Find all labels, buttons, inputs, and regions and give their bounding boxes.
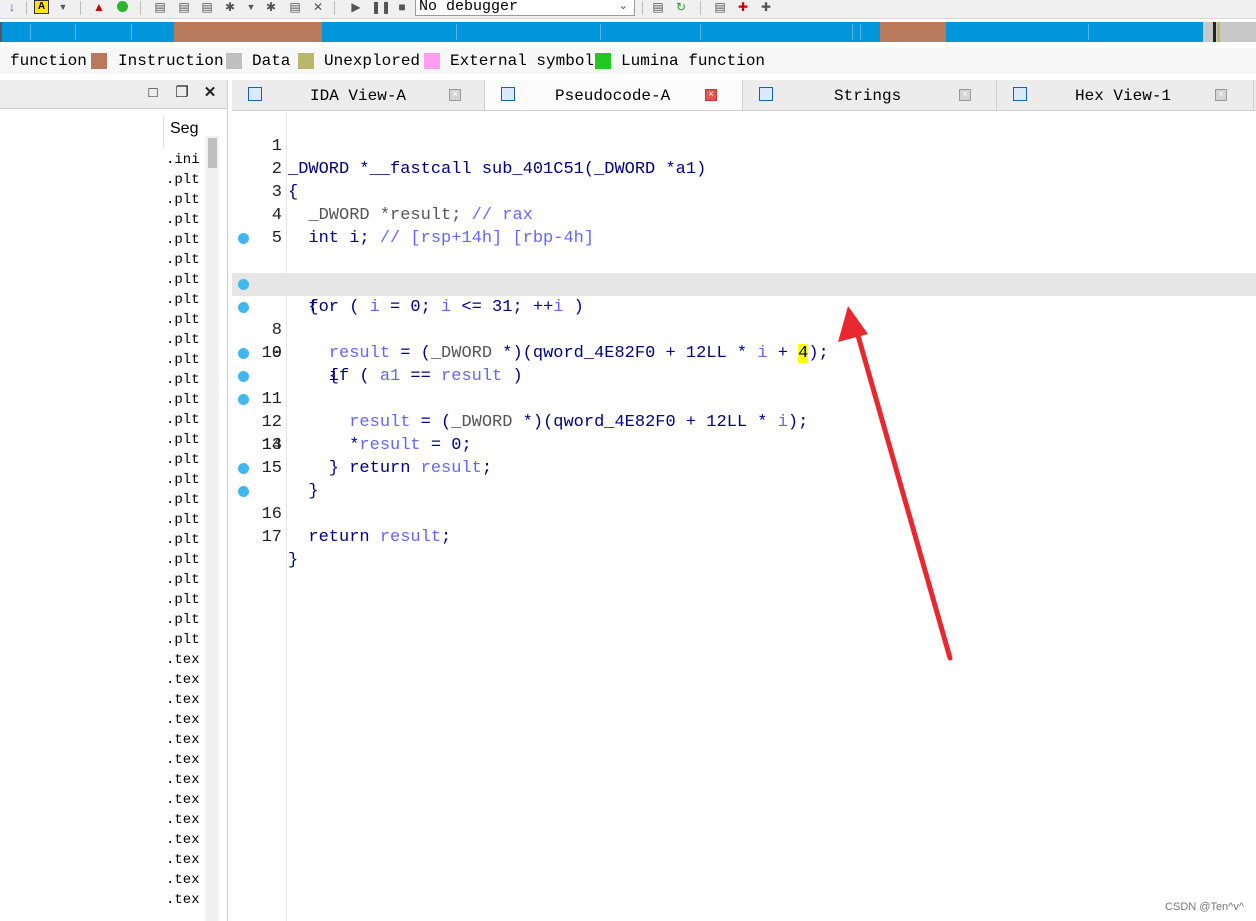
watermark-text: CSDN @Ten^v^ xyxy=(1165,901,1244,913)
annotation-arrow xyxy=(838,306,953,661)
arrow-shaft xyxy=(852,322,953,661)
arrow-head xyxy=(838,306,868,342)
